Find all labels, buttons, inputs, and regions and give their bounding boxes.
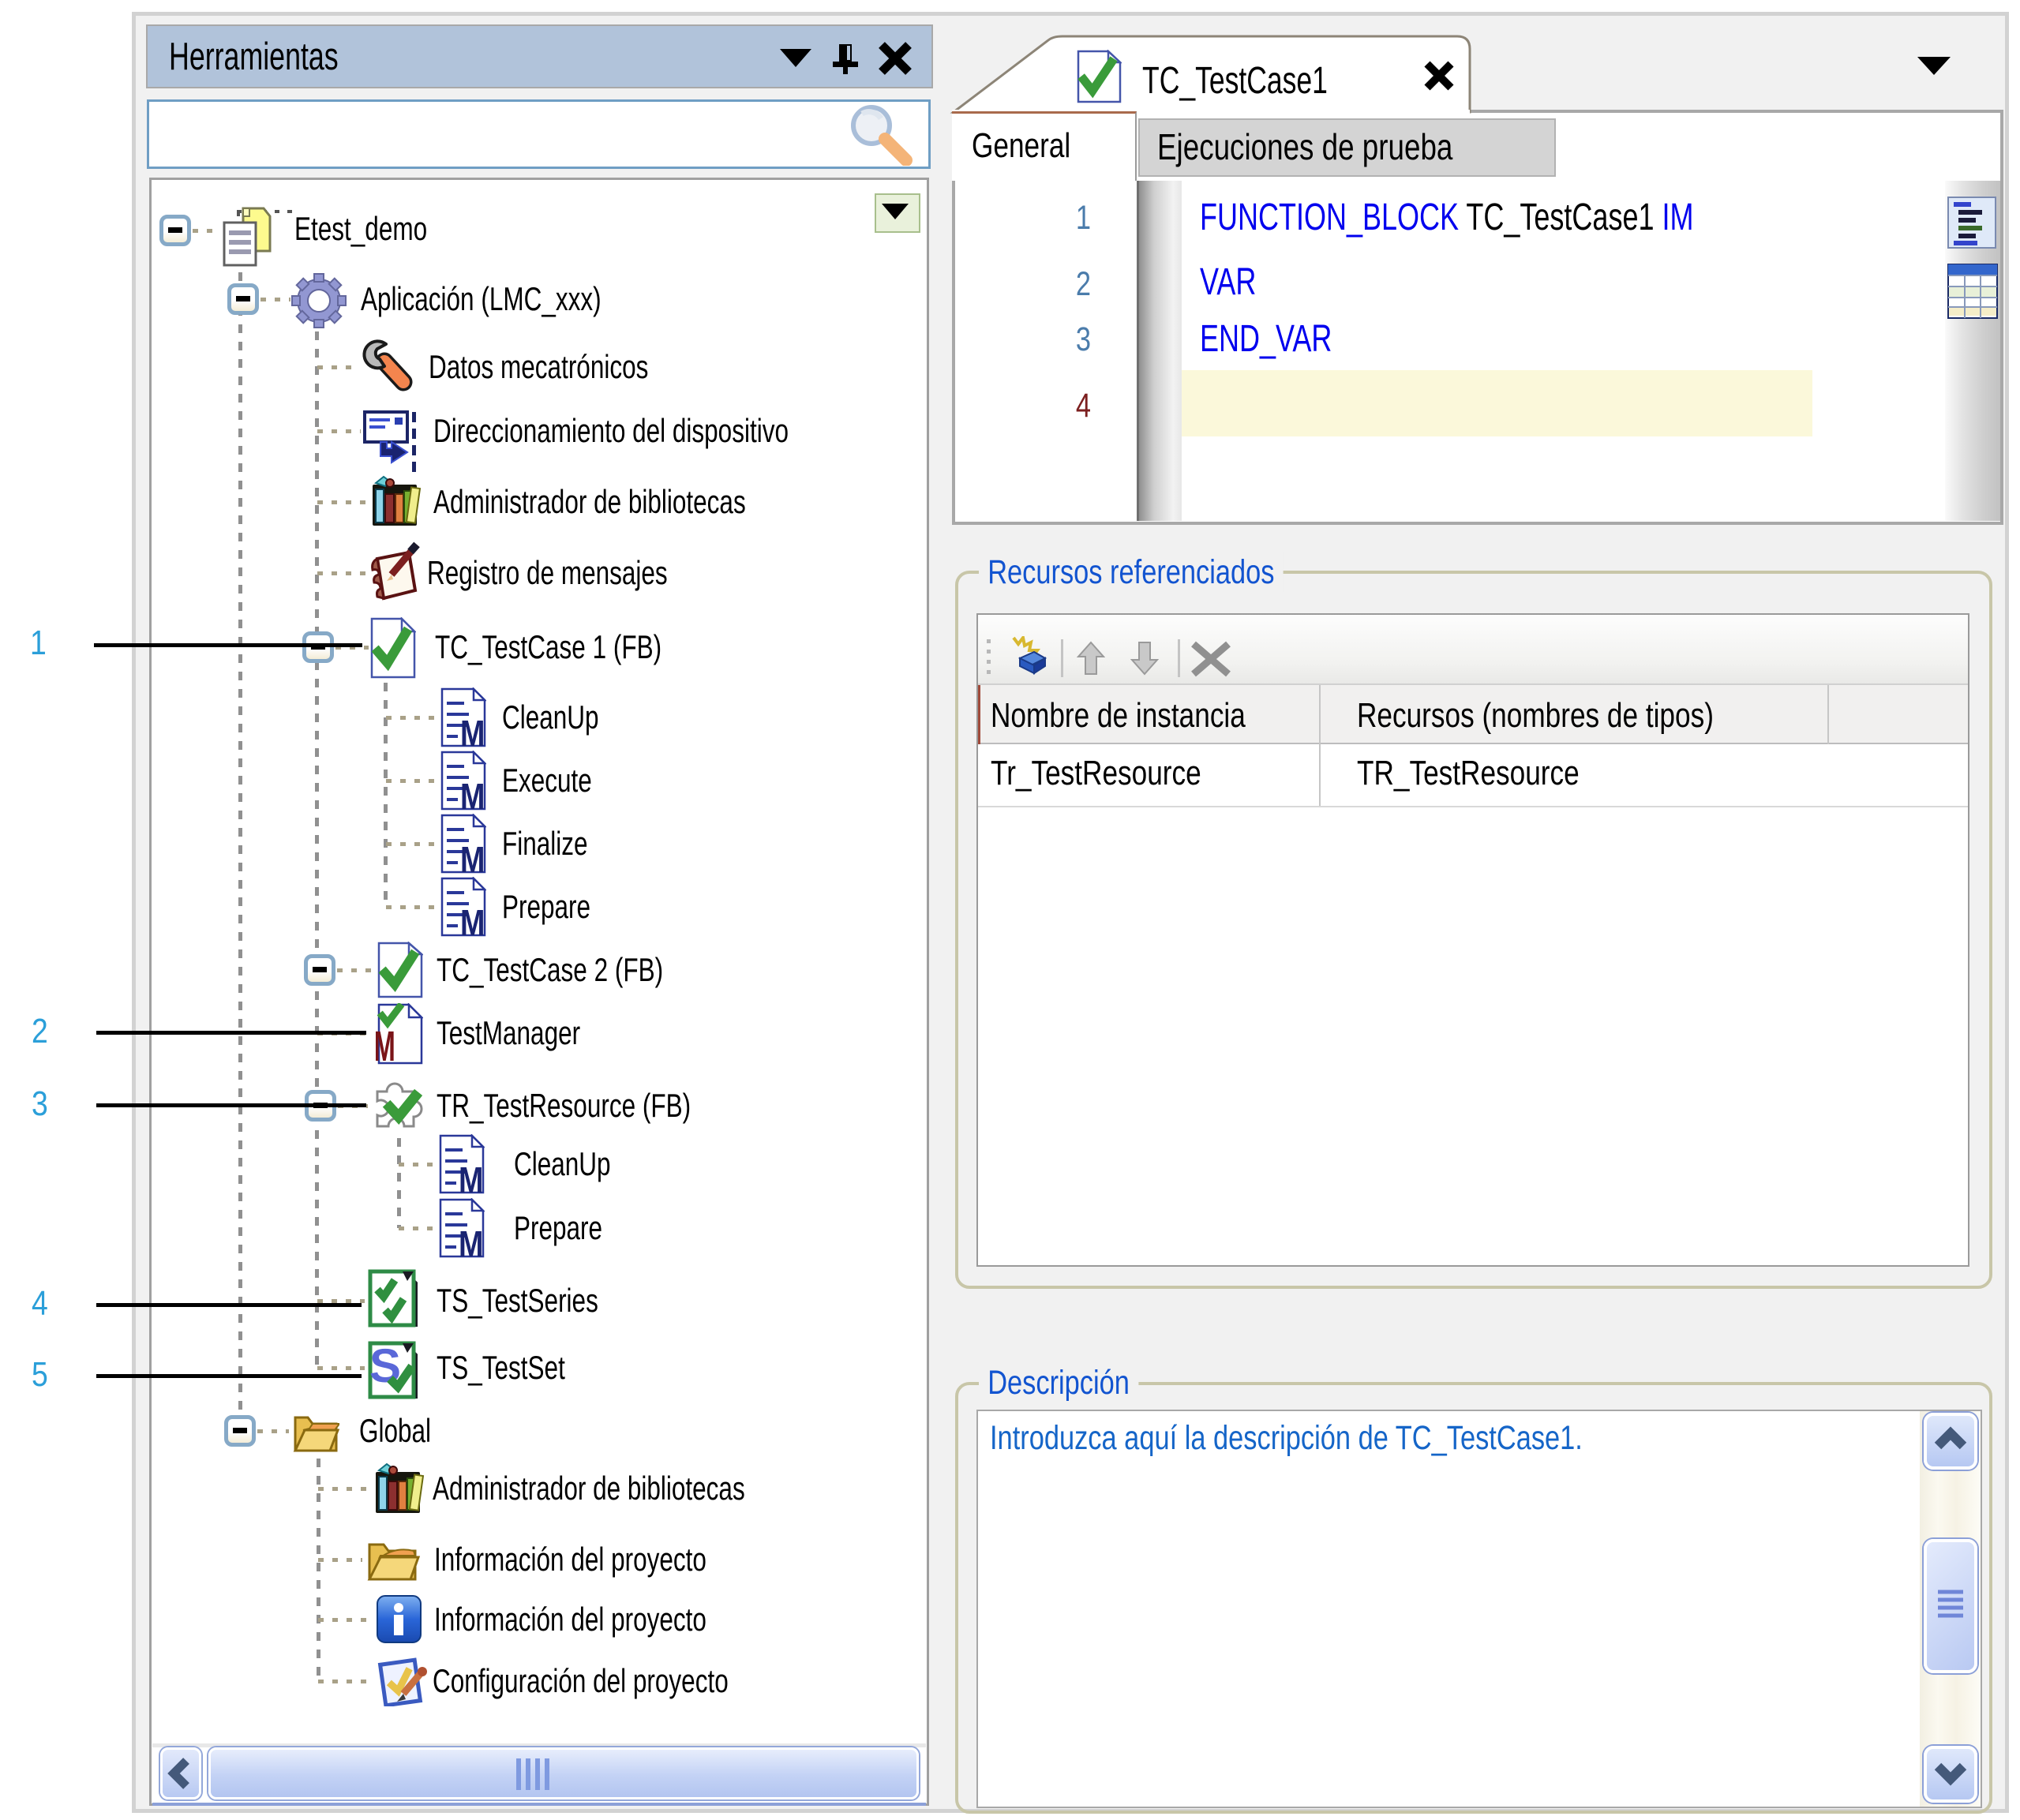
svg-text:M: M xyxy=(376,1022,395,1065)
